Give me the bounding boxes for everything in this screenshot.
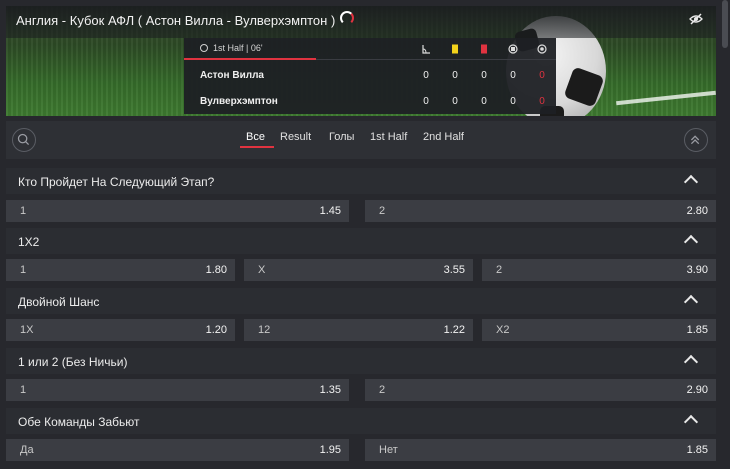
market-header[interactable]: 1X2 xyxy=(6,228,716,254)
odd-button[interactable]: X 3.55 xyxy=(244,259,473,281)
odd-label: 2 xyxy=(496,264,503,276)
odd-button[interactable]: 12 1.22 xyxy=(244,319,473,341)
tab-result[interactable]: Result xyxy=(280,131,311,143)
team-name: Астон Вилла xyxy=(200,70,264,81)
tab-1st-half[interactable]: 1st Half xyxy=(370,131,407,143)
odd-price: 1.95 xyxy=(319,444,341,456)
search-icon xyxy=(17,133,30,146)
odd-button[interactable]: 2 2.90 xyxy=(365,379,716,401)
odd-label: 1 xyxy=(20,205,27,217)
corner-flag-icon xyxy=(422,45,430,54)
period-time-label: 1st Half | 06' xyxy=(213,43,263,53)
tab-goals[interactable]: Голы xyxy=(329,131,354,143)
odd-label: 2 xyxy=(379,205,386,217)
period-underline xyxy=(184,58,316,60)
odd-button[interactable]: Да 1.95 xyxy=(6,439,349,461)
score-value: 0 xyxy=(539,70,545,81)
penalties-value: 0 xyxy=(510,96,516,107)
odd-button[interactable]: 1X 1.20 xyxy=(6,319,235,341)
odd-label: 1 xyxy=(20,264,27,276)
corners-value: 0 xyxy=(423,96,429,107)
team-row-home: Астон Вилла 0 0 0 0 0 xyxy=(184,63,556,89)
page: Англия - Кубок АФЛ ( Астон Вилла - Вулве… xyxy=(0,0,730,469)
yellow-cards-value: 0 xyxy=(452,70,458,81)
team-row-away: Вулверхэмптон 0 0 0 0 0 xyxy=(184,89,556,115)
market-title: 1X2 xyxy=(18,235,40,249)
team-name: Вулверхэмптон xyxy=(200,96,278,107)
ball-icon xyxy=(537,44,547,54)
yellow-card-icon xyxy=(452,44,458,54)
chevron-up-icon[interactable] xyxy=(683,294,699,310)
scoreboard: 1st Half | 06' Астон Вилла 0 0 0 0 0 Вул… xyxy=(184,38,556,114)
period-time: 1st Half | 06' xyxy=(200,43,263,53)
odd-price: 1.45 xyxy=(319,205,341,217)
market-header[interactable]: Обе Команды Забьют xyxy=(6,408,716,434)
odd-button[interactable]: X2 1.85 xyxy=(482,319,716,341)
odd-price: 1.20 xyxy=(205,324,227,336)
odd-price: 3.55 xyxy=(443,264,465,276)
search-button[interactable] xyxy=(12,128,36,152)
scoreboard-header: 1st Half | 06' xyxy=(184,38,556,60)
odd-price: 1.22 xyxy=(443,324,465,336)
odd-price: 1.85 xyxy=(686,324,708,336)
loading-spinner-icon xyxy=(340,11,354,25)
match-title: Англия - Кубок АФЛ ( Астон Вилла - Вулве… xyxy=(16,13,336,28)
market-title: 1 или 2 (Без Ничьи) xyxy=(18,355,128,369)
chevron-up-icon[interactable] xyxy=(683,414,699,430)
odd-label: 2 xyxy=(379,384,386,396)
odd-price: 2.90 xyxy=(686,384,708,396)
odd-price: 1.85 xyxy=(686,444,708,456)
tab-2nd-half[interactable]: 2nd Half xyxy=(423,131,464,143)
odd-label: Нет xyxy=(379,444,398,456)
eye-hide-icon[interactable] xyxy=(689,12,703,26)
match-banner: Англия - Кубок АФЛ ( Астон Вилла - Вулве… xyxy=(6,6,716,116)
chevron-up-icon[interactable] xyxy=(683,354,699,370)
active-tab-underline xyxy=(240,146,274,148)
market-title: Кто Пройдет На Следующий Этап? xyxy=(18,175,215,189)
scrollbar-thumb[interactable] xyxy=(722,0,728,48)
yellow-cards-value: 0 xyxy=(452,96,458,107)
corners-value: 0 xyxy=(423,70,429,81)
scrollbar-track[interactable] xyxy=(720,0,730,469)
odd-button[interactable]: 2 3.90 xyxy=(482,259,716,281)
market-title: Обе Команды Забьют xyxy=(18,415,140,429)
odd-label: 1X xyxy=(20,324,34,336)
double-chevron-up-icon xyxy=(690,135,700,145)
market-tabs-bar: Все Result Голы 1st Half 2nd Half xyxy=(6,121,716,159)
odd-button[interactable]: 1 1.80 xyxy=(6,259,235,281)
market-header[interactable]: Кто Пройдет На Следующий Этап? xyxy=(6,168,716,194)
chevron-up-icon[interactable] xyxy=(683,174,699,190)
odd-label: 12 xyxy=(258,324,271,336)
red-cards-value: 0 xyxy=(481,70,487,81)
market-header[interactable]: 1 или 2 (Без Ничьи) xyxy=(6,348,716,374)
odd-button[interactable]: 1 1.35 xyxy=(6,379,349,401)
odd-button[interactable]: Нет 1.85 xyxy=(365,439,716,461)
odd-label: X2 xyxy=(496,324,510,336)
market-title: Двойной Шанс xyxy=(18,295,100,309)
red-cards-value: 0 xyxy=(481,96,487,107)
odd-button[interactable]: 1 1.45 xyxy=(6,200,349,222)
odd-label: Да xyxy=(20,444,34,456)
odd-price: 3.90 xyxy=(686,264,708,276)
odd-price: 2.80 xyxy=(686,205,708,217)
market-header[interactable]: Двойной Шанс xyxy=(6,288,716,314)
clock-icon xyxy=(200,44,208,52)
penalty-icon xyxy=(508,44,518,54)
red-card-icon xyxy=(481,44,487,54)
odd-label: X xyxy=(258,264,266,276)
odd-button[interactable]: 2 2.80 xyxy=(365,200,716,222)
odd-price: 1.80 xyxy=(205,264,227,276)
odd-label: 1 xyxy=(20,384,27,396)
odd-price: 1.35 xyxy=(319,384,341,396)
tab-all[interactable]: Все xyxy=(246,131,265,143)
chevron-up-icon[interactable] xyxy=(683,234,699,250)
collapse-all-button[interactable] xyxy=(684,128,708,152)
penalties-value: 0 xyxy=(510,70,516,81)
score-value: 0 xyxy=(539,96,545,107)
